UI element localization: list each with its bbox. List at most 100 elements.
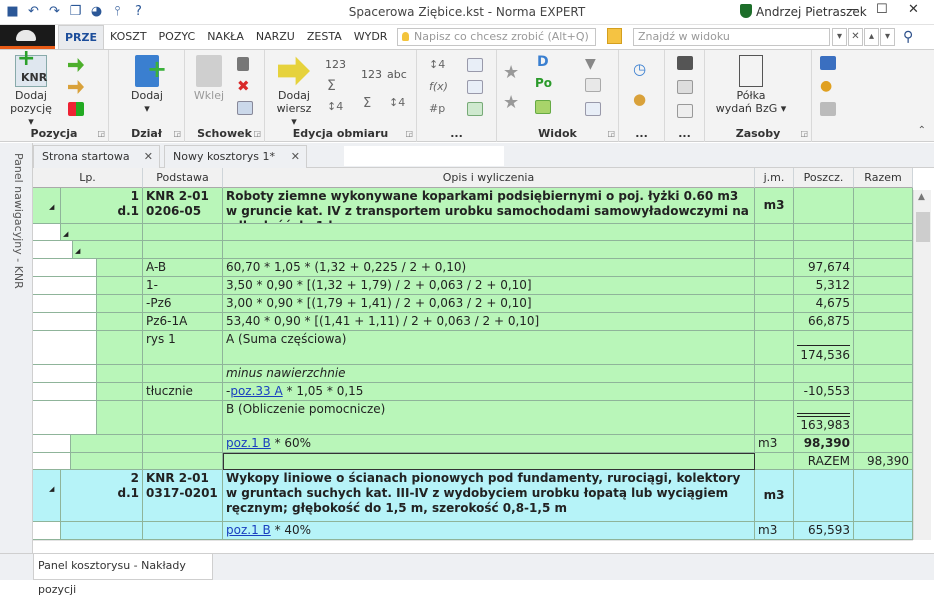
database-icon[interactable] [820,102,836,116]
total-cell[interactable] [854,365,913,383]
page-icon[interactable] [585,102,601,116]
basis-cell[interactable]: Pz6-1A [143,313,223,331]
basis-cell[interactable] [143,224,223,241]
delete-icon[interactable]: ✖ [237,79,253,94]
basis-cell[interactable]: KNR 2-01 0206-05 [143,188,223,224]
estimate-grid[interactable]: Lp. Podstawa Opis i wyliczenia j.m. Poszcz. R… [33,168,913,540]
basis-cell[interactable]: rys 1 [143,331,223,365]
arrow-right-icon[interactable] [68,58,84,72]
quantity-cell[interactable] [794,188,854,224]
indent-cell[interactable] [33,453,71,470]
number-sort-icon[interactable]: ↕4 [429,58,445,71]
menu-tab-nakła[interactable]: NAKŁA [201,25,250,49]
unit-cell[interactable]: m3 [755,470,794,522]
clear-find-icon[interactable]: ✕ [848,28,863,46]
indent-cell[interactable] [33,313,97,331]
colors-icon[interactable] [68,102,84,116]
indent-cell[interactable] [33,522,61,540]
basis-cell[interactable]: 1- [143,277,223,295]
quantity-cell[interactable]: 65,593 [794,522,854,540]
copy-icon[interactable] [237,101,253,115]
menu-tab-zesta[interactable]: ZESTA [301,25,348,49]
quantity-cell[interactable] [794,365,854,383]
indent-cell[interactable] [33,241,73,259]
basis-cell[interactable]: tłucznie [143,383,223,401]
quantity-cell[interactable] [794,241,854,259]
description-cell[interactable]: Roboty ziemne wykonywane koparkami podsi… [223,188,755,224]
indent-cell[interactable] [33,224,61,241]
indent-cell[interactable] [33,401,97,435]
lp-cell[interactable] [97,331,143,365]
total-cell[interactable] [854,241,913,259]
lp-cell[interactable] [97,295,143,313]
quantity-cell[interactable]: 97,674 [794,259,854,277]
description-cell[interactable]: 60,70 * 1,05 * (1,32 + 0,225 / 2 + 0,10) [223,259,755,277]
view-icon[interactable] [535,100,551,114]
indent-cell[interactable] [33,259,97,277]
column-header[interactable]: Poszcz. [794,168,854,188]
menu-tab-pozyc[interactable]: POZYC [153,25,202,49]
shelf-button[interactable]: Półka wydań BzG ▾ [713,55,789,115]
total-cell[interactable] [854,313,913,331]
quantity-cell[interactable] [794,224,854,241]
filter-icon[interactable]: ▼ [585,56,596,72]
unit-cell[interactable] [755,295,794,313]
check-icon[interactable] [467,102,483,116]
total-cell[interactable] [854,383,913,401]
position-link[interactable]: poz.1 B [226,523,271,537]
description-cell[interactable]: minus nawierzchnie [223,365,755,383]
find-next-icon[interactable]: ▾ [880,28,895,46]
calculator-icon[interactable] [677,56,693,70]
search-people-icon[interactable]: ● [633,90,646,108]
total-cell[interactable]: 98,390 [854,453,913,470]
add-section-button[interactable]: + Dodaj ▾ [125,55,169,115]
lp-cell[interactable] [97,401,143,435]
description-cell[interactable]: poz.1 B * 60% [223,435,755,453]
basis-cell[interactable] [143,365,223,383]
unit-cell[interactable]: m3 [755,188,794,224]
books-icon[interactable] [820,56,836,70]
quantity-cell[interactable] [794,470,854,522]
move-icon[interactable] [68,80,84,94]
total-cell[interactable] [854,401,913,435]
close-button[interactable]: ✕ [908,2,919,17]
find-in-view-input[interactable]: Znajdź w widoku [633,28,830,46]
unit-cell[interactable] [755,401,794,435]
basis-cell[interactable] [143,453,223,470]
number-icon[interactable]: 123 [361,68,382,81]
quantity-cell[interactable]: 66,875 [794,313,854,331]
calc-icon[interactable] [467,80,483,94]
star-icon[interactable]: ★ [503,62,519,83]
indent-cell[interactable] [33,331,97,365]
indent-cell[interactable] [33,435,71,453]
table-icon[interactable] [585,78,601,92]
unit-cell[interactable]: m3 [755,522,794,540]
description-cell[interactable] [223,453,755,470]
indent-cell[interactable] [33,365,97,383]
lp-cell[interactable]: 2 d.1 [61,470,143,522]
description-cell[interactable]: 3,00 * 0,90 * [(1,79 + 1,41) / 2 + 0,063… [223,295,755,313]
lp-cell[interactable] [97,383,143,401]
navigation-panel[interactable]: Panel nawigacyjny - KNR [0,143,33,553]
unit-cell[interactable] [755,453,794,470]
cut-icon[interactable] [237,57,249,71]
add-position-button[interactable]: + KNR Dodaj pozycję ▾ [6,48,56,129]
quantity-cell[interactable]: 4,675 [794,295,854,313]
unit-cell[interactable] [755,241,794,259]
description-cell[interactable] [223,241,755,259]
row-expander[interactable]: ◢ [33,188,61,224]
unit-cell[interactable] [755,313,794,331]
collapse-ribbon-icon[interactable]: ⌃ [918,125,926,136]
column-header[interactable]: Razem [854,168,913,188]
description-cell[interactable]: poz.1 B * 40% [223,522,755,540]
scroll-up-icon[interactable]: ▲ [918,192,925,202]
quantity-cell[interactable]: 174,536 [794,331,854,365]
basis-cell[interactable]: A-B [143,259,223,277]
tree-node[interactable]: ◢ [61,224,143,241]
find-dropdown-icon[interactable]: ▾ [832,28,847,46]
indent-cell[interactable] [33,277,97,295]
minimize-button[interactable]: — [846,2,859,17]
total-cell[interactable] [854,295,913,313]
unit-cell[interactable] [755,277,794,295]
close-tab-icon[interactable]: ✕ [291,146,300,168]
